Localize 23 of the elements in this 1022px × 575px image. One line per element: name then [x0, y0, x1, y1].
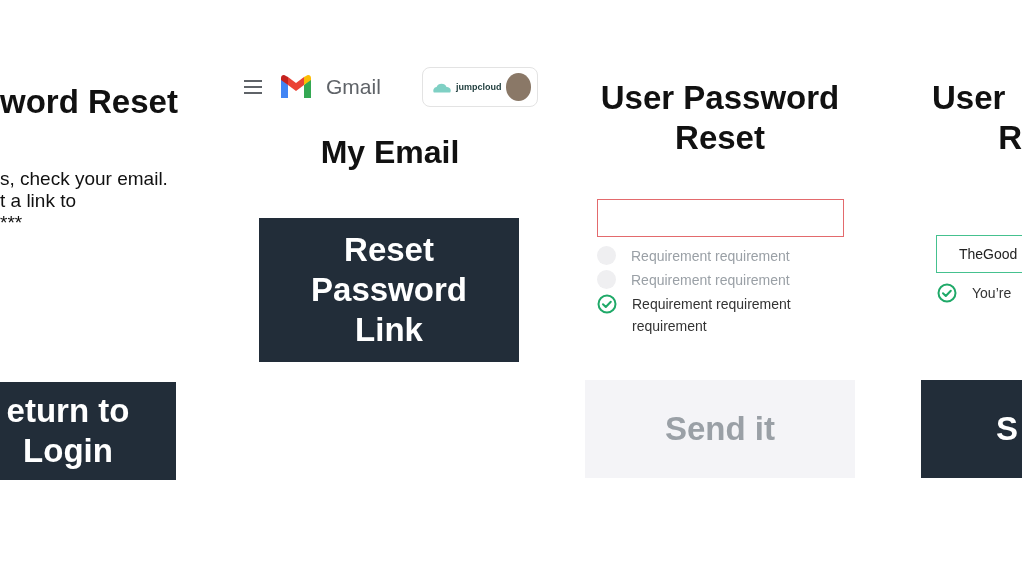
- action-button[interactable]: Reset Password Link: [259, 218, 519, 362]
- app-name: Gmail: [326, 75, 381, 99]
- action-button[interactable]: S: [921, 380, 1022, 478]
- message-line: s, check your email.: [0, 168, 169, 190]
- page-title: User Password Reset: [599, 78, 841, 158]
- input-field[interactable]: [596, 199, 844, 237]
- requirement-text: Requirement requirement: [631, 271, 791, 290]
- envelope-m-icon: [279, 74, 313, 100]
- message-line: t a link to: [0, 190, 78, 212]
- cloud-logo-icon: [432, 81, 452, 93]
- avatar[interactable]: [505, 73, 531, 101]
- page-title: User R: [931, 78, 1022, 158]
- action-button[interactable]: eturn to Login: [0, 382, 176, 480]
- brand-name: jumpcloud: [456, 82, 502, 92]
- requirement-text: Requirement requirement requirement: [632, 295, 792, 336]
- input-field[interactable]: TheGood: [936, 235, 1022, 273]
- page-title: My Email: [320, 133, 460, 172]
- menu-icon[interactable]: [244, 80, 262, 94]
- message-line: ***: [0, 212, 24, 234]
- requirement-text: Requirement requirement: [631, 247, 791, 266]
- account-chip[interactable]: jumpcloud: [422, 67, 538, 107]
- requirement-text: You’re: [972, 284, 1012, 303]
- page-title: word Reset: [0, 82, 179, 122]
